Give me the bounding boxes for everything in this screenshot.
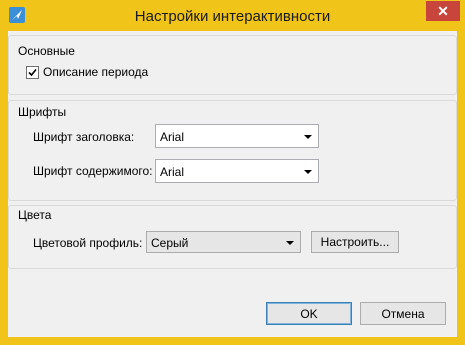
- ok-button[interactable]: OK: [266, 302, 352, 325]
- period-description-label[interactable]: Описание периода: [43, 65, 148, 79]
- checkmark-icon: [28, 68, 37, 77]
- window-title: Настройки интерактивности: [134, 8, 331, 25]
- group-colors-title: Цвета: [18, 208, 52, 222]
- ok-button-label: OK: [300, 306, 318, 321]
- content-font-select[interactable]: Arial: [155, 159, 319, 183]
- group-fonts: [8, 100, 457, 201]
- close-button[interactable]: ✕: [426, 1, 460, 21]
- chevron-down-icon: [286, 241, 294, 245]
- content-font-value: Arial: [160, 165, 185, 179]
- header-font-label: Шрифт заголовка:: [33, 130, 135, 144]
- configure-button-label: Настроить...: [320, 235, 390, 249]
- cancel-button-label: Отмена: [381, 306, 425, 321]
- chevron-down-icon: [304, 170, 312, 174]
- content-font-label: Шрифт содержимого:: [33, 164, 153, 178]
- configure-button[interactable]: Настроить...: [311, 231, 399, 253]
- color-profile-label: Цветовой профиль:: [33, 236, 143, 250]
- title-bar[interactable]: Настройки интерактивности ✕: [0, 0, 465, 31]
- close-icon: ✕: [437, 2, 449, 19]
- header-font-select[interactable]: Arial: [155, 124, 319, 148]
- group-fonts-title: Шрифты: [18, 105, 67, 119]
- group-basic-title: Основные: [18, 44, 75, 58]
- color-profile-value: Серый: [151, 236, 189, 250]
- dialog-window: Настройки интерактивности ✕ Основные Опи…: [0, 0, 465, 345]
- period-description-checkbox[interactable]: [26, 66, 39, 79]
- header-font-value: Arial: [160, 130, 185, 144]
- dialog-body: Основные Описание периода Шрифты Шрифт з…: [8, 31, 457, 337]
- color-profile-select[interactable]: Серый: [146, 231, 301, 253]
- cancel-button[interactable]: Отмена: [360, 302, 446, 325]
- chevron-down-icon: [304, 135, 312, 139]
